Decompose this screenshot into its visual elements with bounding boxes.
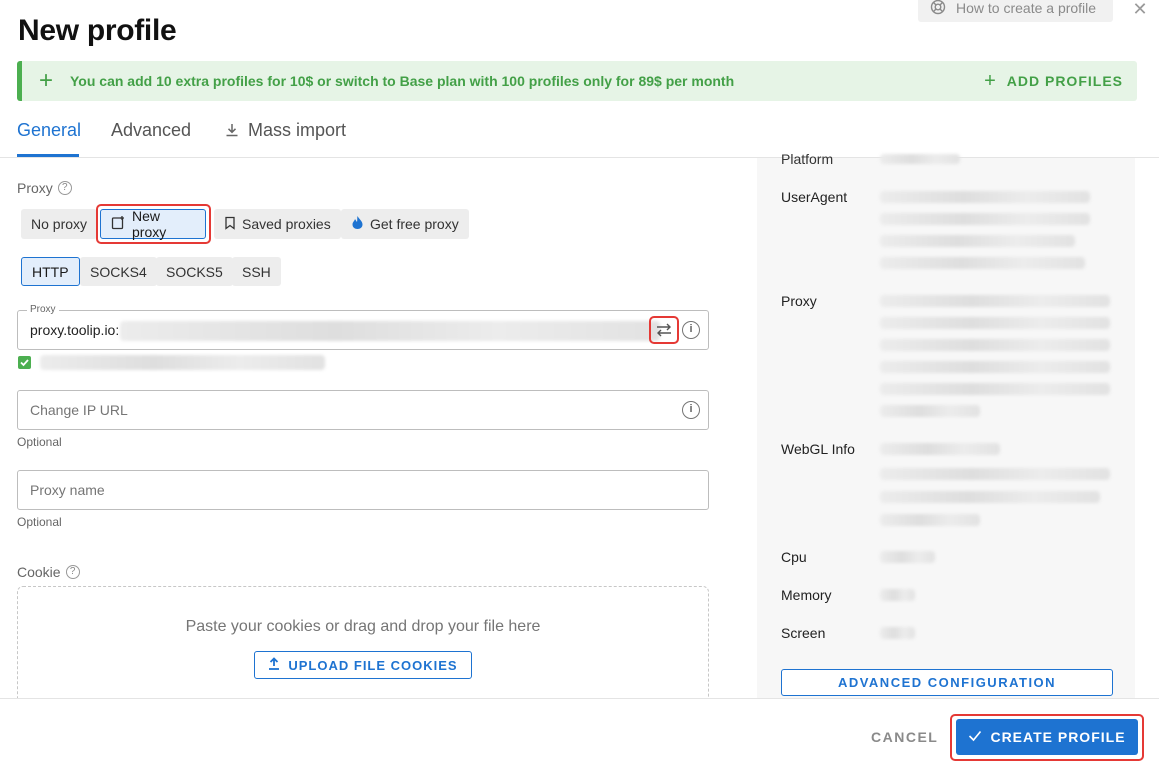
summary-key-cpu: Cpu (781, 549, 807, 565)
summary-key-screen: Screen (781, 625, 826, 641)
proxy-field-value: proxy.toolip.io: (30, 322, 120, 338)
summary-key-platform: Platform (781, 151, 834, 167)
redacted-value (880, 235, 1075, 247)
cookie-drop-text: Paste your cookies or drag and drop your… (185, 618, 541, 635)
info-icon[interactable]: i (682, 401, 700, 419)
redacted-value (880, 405, 980, 417)
help-icon[interactable]: ? (57, 181, 72, 195)
upgrade-banner: + You can add 10 extra profiles for 10$ … (17, 61, 1137, 101)
help-icon[interactable]: ? (65, 565, 80, 579)
no-proxy-option[interactable]: No proxy (21, 209, 98, 239)
proxy-type-socks4[interactable]: SOCKS4 (80, 257, 157, 286)
get-free-proxy-option[interactable]: Get free proxy (341, 209, 469, 239)
socks5-label: SOCKS5 (166, 263, 223, 280)
redacted-value (880, 589, 915, 601)
summary-key-proxy: Proxy (781, 293, 817, 309)
proxy-name-placeholder: Proxy name (30, 482, 105, 498)
redacted-value (880, 317, 1110, 329)
rotate-proxy-button[interactable] (649, 316, 679, 344)
change-ip-placeholder: Change IP URL (30, 402, 128, 418)
summary-key-useragent: UserAgent (781, 189, 848, 205)
redacted-value (880, 213, 1090, 225)
flame-icon (351, 215, 364, 233)
redacted-value (880, 468, 1110, 480)
upload-icon (268, 657, 280, 673)
highlight-box (950, 714, 1144, 761)
add-profiles-button[interactable]: + ADD PROFILES (984, 70, 1123, 93)
proxy-type-ssh[interactable]: SSH (232, 257, 281, 286)
how-to-create-profile-button[interactable]: How to create a profile (918, 0, 1113, 22)
redacted-value (880, 627, 915, 639)
http-label: HTTP (32, 263, 69, 280)
proxy-field-label: Proxy (27, 304, 59, 315)
cancel-button[interactable]: CANCEL (871, 729, 938, 745)
redacted-value (880, 361, 1110, 373)
redacted-value (880, 154, 960, 164)
redacted-value (880, 191, 1090, 203)
info-icon[interactable]: i (682, 321, 700, 339)
advanced-configuration-button[interactable]: ADVANCED CONFIGURATION (781, 669, 1113, 696)
highlight-box (96, 204, 211, 244)
redacted-value (880, 514, 980, 526)
proxy-name-input[interactable]: Proxy name (17, 470, 709, 510)
upload-label: UPLOAD FILE COOKIES (288, 657, 458, 673)
plus-icon: + (984, 69, 997, 92)
change-ip-hint: Optional (17, 435, 62, 449)
saved-proxies-option[interactable]: Saved proxies (214, 209, 341, 239)
summary-key-webgl: WebGL Info (781, 441, 855, 457)
saved-proxies-label: Saved proxies (242, 216, 331, 232)
bookmark-icon (224, 216, 236, 233)
plus-icon: + (38, 67, 53, 94)
proxy-section-label: Proxy ? (17, 180, 72, 196)
upload-file-cookies-button[interactable]: UPLOAD FILE COOKIES (254, 651, 472, 679)
proxy-type-http[interactable]: HTTP (21, 257, 80, 286)
download-icon (224, 122, 240, 141)
page-title: New profile (18, 14, 177, 47)
tab-mass-import[interactable]: Mass import (224, 120, 346, 141)
redacted-value (880, 443, 1000, 455)
tab-bar: General Advanced Mass import (0, 110, 1159, 158)
redacted-value (880, 551, 935, 563)
tab-advanced[interactable]: Advanced (111, 120, 191, 141)
lifebuoy-icon (930, 0, 946, 18)
no-proxy-label: No proxy (31, 216, 88, 232)
redacted-value (880, 339, 1110, 351)
proxy-name-hint: Optional (17, 515, 62, 529)
tab-general[interactable]: General (17, 120, 81, 141)
redacted-value (880, 383, 1110, 395)
redacted-proxy-string (120, 321, 660, 341)
active-tab-indicator (17, 154, 79, 157)
redacted-value (880, 257, 1085, 269)
cookie-section-label: Cookie ? (17, 564, 80, 580)
redacted-value (880, 295, 1110, 307)
get-free-proxy-label: Get free proxy (370, 216, 459, 232)
cookie-label-text: Cookie (17, 564, 61, 580)
close-icon[interactable]: ✕ (1131, 0, 1149, 18)
proxy-label-text: Proxy (17, 180, 53, 196)
proxy-input[interactable]: Proxy proxy.toolip.io: i (17, 304, 709, 350)
swap-arrows-icon (655, 322, 673, 343)
summary-key-memory: Memory (781, 587, 832, 603)
cookie-dropzone[interactable] (17, 586, 709, 706)
redacted-value (880, 491, 1100, 503)
banner-message: You can add 10 extra profiles for 10$ or… (70, 73, 735, 89)
ssh-label: SSH (242, 263, 271, 280)
socks4-label: SOCKS4 (90, 263, 147, 280)
tab-mass-import-label: Mass import (248, 120, 347, 140)
add-profiles-label: ADD PROFILES (1006, 73, 1123, 89)
proxy-check-checkbox[interactable] (18, 356, 31, 369)
proxy-type-socks5[interactable]: SOCKS5 (156, 257, 233, 286)
help-label: How to create a profile (956, 0, 1097, 16)
change-ip-url-input[interactable]: Change IP URL i (17, 390, 709, 430)
redacted-check-result (40, 355, 325, 370)
